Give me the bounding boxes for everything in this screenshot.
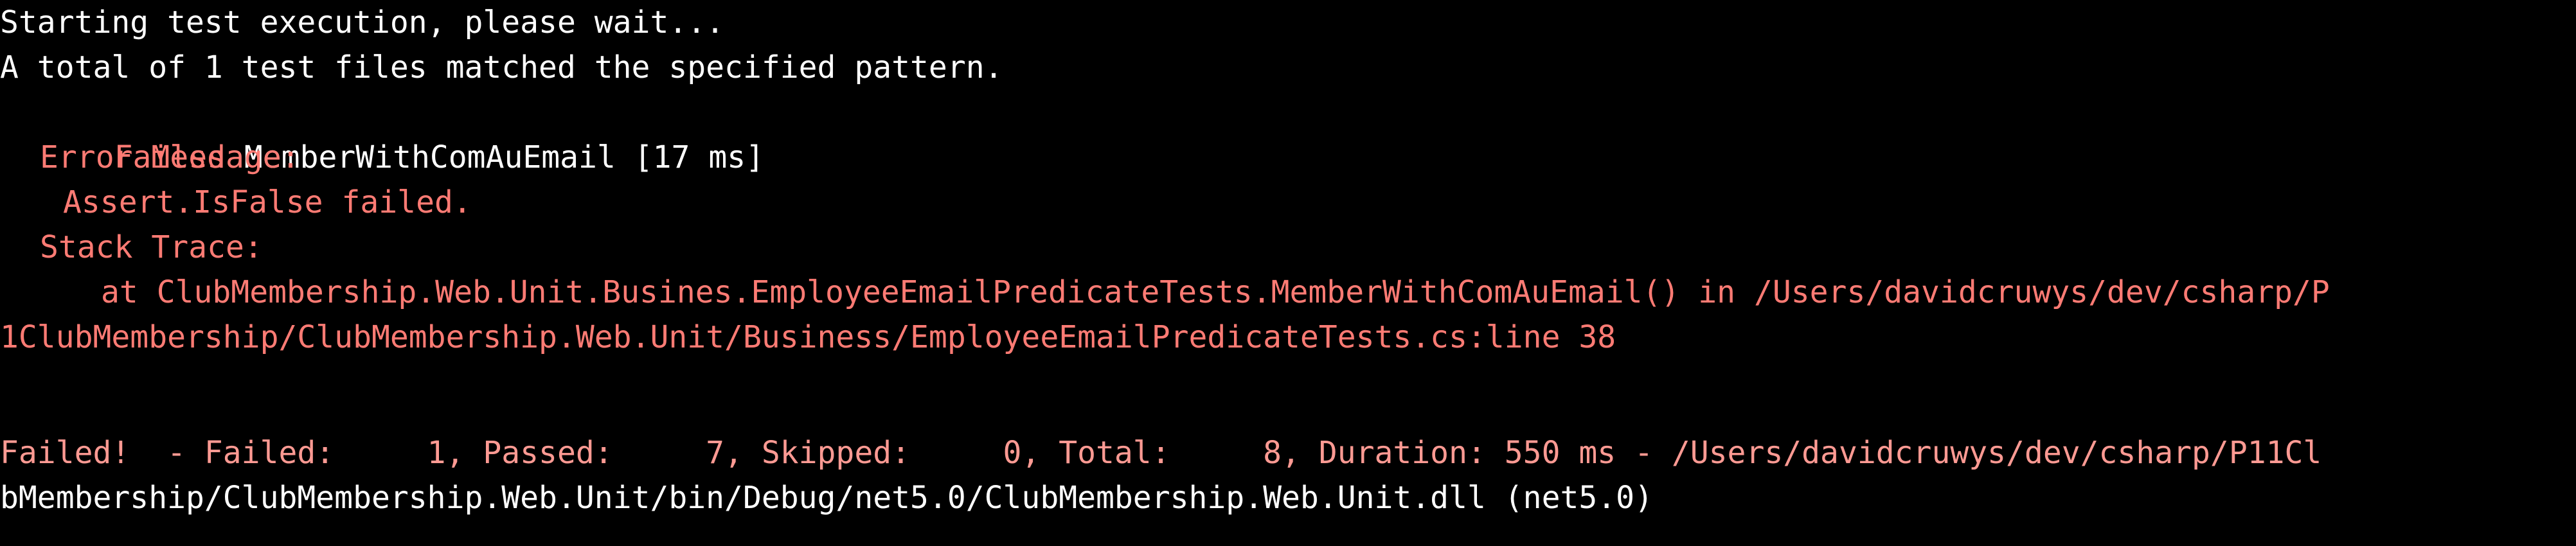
error-message-text: Assert.IsFalse failed. [63,184,472,220]
test-output-path-line: bMembership/ClubMembership.Web.Unit/bin/… [0,480,1653,516]
stack-trace-line: at ClubMembership.Web.Unit.Busines.Emplo… [101,274,2330,310]
status-line: A total of 1 test files matched the spec… [0,49,1003,85]
stack-trace-heading: Stack Trace: [40,229,263,265]
test-summary-line: Failed! - Failed: 1, Passed: 7, Skipped:… [0,435,2322,471]
stack-trace-line: 1ClubMembership/ClubMembership.Web.Unit/… [0,319,1616,355]
error-message-heading: Error Message: [40,139,300,175]
failed-test-line: Failed MemberWithComAuEmail [17 ms] [40,90,764,175]
status-line: Starting test execution, please wait... [0,4,725,40]
terminal-window[interactable]: Starting test execution, please wait... … [0,0,2576,546]
failed-test-name: MemberWithComAuEmail [17 ms] [225,139,765,175]
